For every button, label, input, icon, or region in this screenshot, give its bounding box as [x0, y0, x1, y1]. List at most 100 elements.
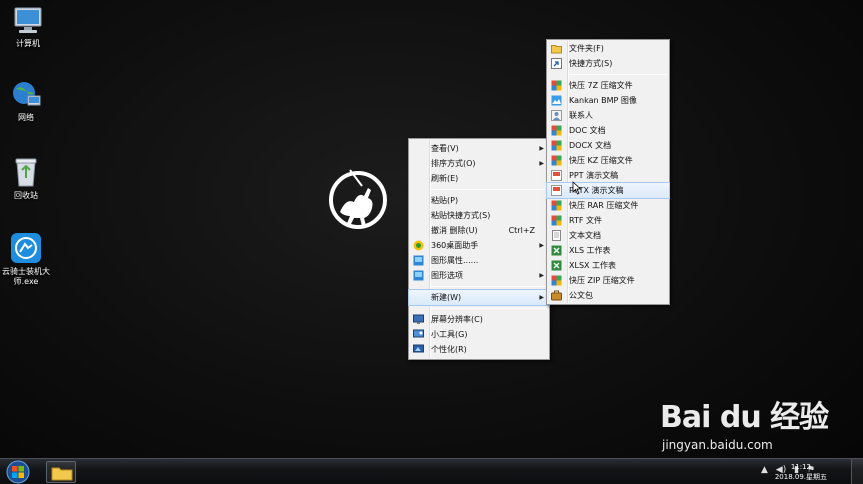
menu-item-label: 快压 KZ 压缩文件	[569, 156, 633, 165]
briefcase-icon	[551, 290, 562, 301]
rtf-icon	[551, 215, 562, 226]
desktop-icon-recycle-bin[interactable]: 回收站	[0, 156, 54, 201]
menu-item-label: 个性化(R)	[431, 345, 467, 354]
desktop-icon-label: 计算机	[16, 39, 40, 48]
graphics-icon	[413, 255, 424, 266]
menu-item-label: Kankan BMP 图像	[569, 96, 637, 105]
new-item-kz[interactable]: 快压 KZ 压缩文件	[547, 153, 669, 168]
menu-separator	[431, 286, 547, 287]
start-button[interactable]	[6, 460, 30, 484]
watermark-brand: Bai du 经验	[660, 400, 829, 435]
new-item-shortcut[interactable]: 快捷方式(S)	[547, 56, 669, 71]
menu-item-undo-delete[interactable]: 撤消 删除(U) Ctrl+Z	[409, 223, 549, 238]
new-item-docx[interactable]: DOCX 文档	[547, 138, 669, 153]
menu-shortcut: Ctrl+Z	[508, 226, 535, 235]
new-item-briefcase[interactable]: 公文包	[547, 288, 669, 303]
new-item-folder[interactable]: 文件夹(F)	[547, 41, 669, 56]
desktop-icon-label: 回收站	[14, 191, 38, 200]
new-item-rar[interactable]: 快压 RAR 压缩文件	[547, 198, 669, 213]
desktop-icon-label: 网络	[18, 113, 34, 122]
menu-item-personalize[interactable]: 个性化(R)	[409, 342, 549, 357]
menu-item-gadgets[interactable]: 小工具(G)	[409, 327, 549, 342]
menu-item-graphics-options[interactable]: 图形选项 ▶	[409, 268, 549, 283]
taskbar-clock[interactable]: 11:12 2018.09.星期五	[775, 462, 827, 482]
shortcut-icon	[551, 58, 562, 69]
new-item-xlsx[interactable]: XLSX 工作表	[547, 258, 669, 273]
xls-icon	[551, 245, 562, 256]
text-icon	[552, 230, 561, 241]
menu-item-label: XLSX 工作表	[569, 261, 617, 270]
new-item-contact[interactable]: 联系人	[547, 108, 669, 123]
gadget-icon	[413, 329, 424, 338]
new-item-xls[interactable]: XLS 工作表	[547, 243, 669, 258]
desktop-context-menu: 查看(V) ▶ 排序方式(O) ▶ 刷新(E) 粘贴(P) 粘贴快捷方式(S) 撤消…	[408, 138, 550, 360]
watermark-url: jingyan.baidu.com	[662, 438, 773, 452]
new-item-doc[interactable]: DOC 文档	[547, 123, 669, 138]
contact-icon	[551, 110, 562, 121]
desktop-icon-computer[interactable]: 计算机	[0, 6, 56, 49]
menu-item-label: PPT 演示文稿	[569, 171, 619, 180]
menu-item-label: 撤消 删除(U)	[431, 226, 478, 235]
new-item-7z[interactable]: 快压 7Z 压缩文件	[547, 78, 669, 93]
menu-item-label: 文件夹(F)	[569, 44, 604, 53]
menu-separator	[569, 74, 667, 75]
menu-item-graphics-properties[interactable]: 图形属性......	[409, 253, 549, 268]
menu-item-paste-shortcut[interactable]: 粘贴快捷方式(S)	[409, 208, 549, 223]
new-item-pptx[interactable]: PPTX 演示文稿	[546, 182, 670, 199]
doc-icon	[551, 125, 562, 136]
menu-item-screen-resolution[interactable]: 屏幕分辨率(C)	[409, 312, 549, 327]
doc-icon	[551, 140, 562, 151]
network-icon	[13, 82, 41, 106]
folder-icon	[51, 467, 73, 481]
new-item-text[interactable]: 文本文档	[547, 228, 669, 243]
menu-item-label: 图形选项	[431, 271, 463, 280]
image-icon	[551, 95, 562, 106]
menu-item-label: 图形属性......	[431, 256, 479, 265]
submenu-arrow-icon: ▶	[539, 242, 544, 249]
menu-item-label: 快压 ZIP 压缩文件	[569, 276, 635, 285]
menu-item-refresh[interactable]: 刷新(E)	[409, 171, 549, 186]
menu-item-label: DOCX 文档	[569, 141, 612, 150]
folder-icon	[551, 45, 562, 54]
new-item-ppt[interactable]: PPT 演示文稿	[547, 168, 669, 183]
menu-item-paste[interactable]: 粘贴(P)	[409, 193, 549, 208]
recycle-bin-icon	[15, 158, 37, 187]
menu-item-label: 粘贴(P)	[431, 196, 459, 205]
menu-item-view[interactable]: 查看(V) ▶	[409, 141, 549, 156]
menu-item-sort[interactable]: 排序方式(O) ▶	[409, 156, 549, 171]
ppt-icon	[551, 170, 562, 181]
submenu-arrow-icon: ▶	[539, 160, 544, 167]
menu-item-label: 联系人	[569, 111, 593, 120]
new-item-bmp[interactable]: Kankan BMP 图像	[547, 93, 669, 108]
submenu-arrow-icon: ▶	[539, 272, 544, 279]
submenu-arrow-icon: ▶	[539, 294, 544, 301]
screen-icon	[413, 314, 424, 324]
menu-item-label: 粘贴快捷方式(S)	[431, 211, 491, 220]
menu-item-360-assistant[interactable]: 360桌面助手 ▶	[409, 238, 549, 253]
app-icon	[11, 233, 41, 263]
360-icon	[413, 240, 424, 251]
new-submenu: 文件夹(F) 快捷方式(S) 快压 7Z 压缩文件 Kankan BMP 图像 …	[546, 39, 670, 305]
desktop-icon-app[interactable]: 云骑士装机大师.exe	[0, 232, 54, 287]
personalize-icon	[413, 344, 424, 353]
taskbar-explorer-button[interactable]	[46, 461, 76, 483]
menu-item-label: 新建(W)	[431, 293, 462, 302]
new-item-rtf[interactable]: RTF 文件	[547, 213, 669, 228]
tray-arrow-icon[interactable]: ▲	[761, 465, 768, 475]
cowboy-logo	[329, 169, 414, 229]
menu-item-new[interactable]: 新建(W) ▶	[408, 289, 550, 306]
archive-icon	[551, 155, 562, 166]
new-item-zip[interactable]: 快压 ZIP 压缩文件	[547, 273, 669, 288]
archive-icon	[551, 80, 562, 91]
clock-date: 2018.09.星期五	[774, 473, 827, 481]
desktop-icon-network[interactable]: 网络	[0, 80, 54, 123]
menu-item-label: DOC 文档	[569, 126, 606, 135]
show-desktop-button[interactable]	[851, 459, 863, 484]
clock-time: 11:12	[790, 463, 811, 471]
menu-item-label: 小工具(G)	[431, 330, 468, 339]
menu-item-label: 公文包	[569, 291, 593, 300]
menu-separator	[431, 189, 547, 190]
menu-item-label: 屏幕分辨率(C)	[431, 315, 483, 324]
menu-item-label: RTF 文件	[569, 216, 603, 225]
menu-item-label: 快捷方式(S)	[569, 59, 613, 68]
